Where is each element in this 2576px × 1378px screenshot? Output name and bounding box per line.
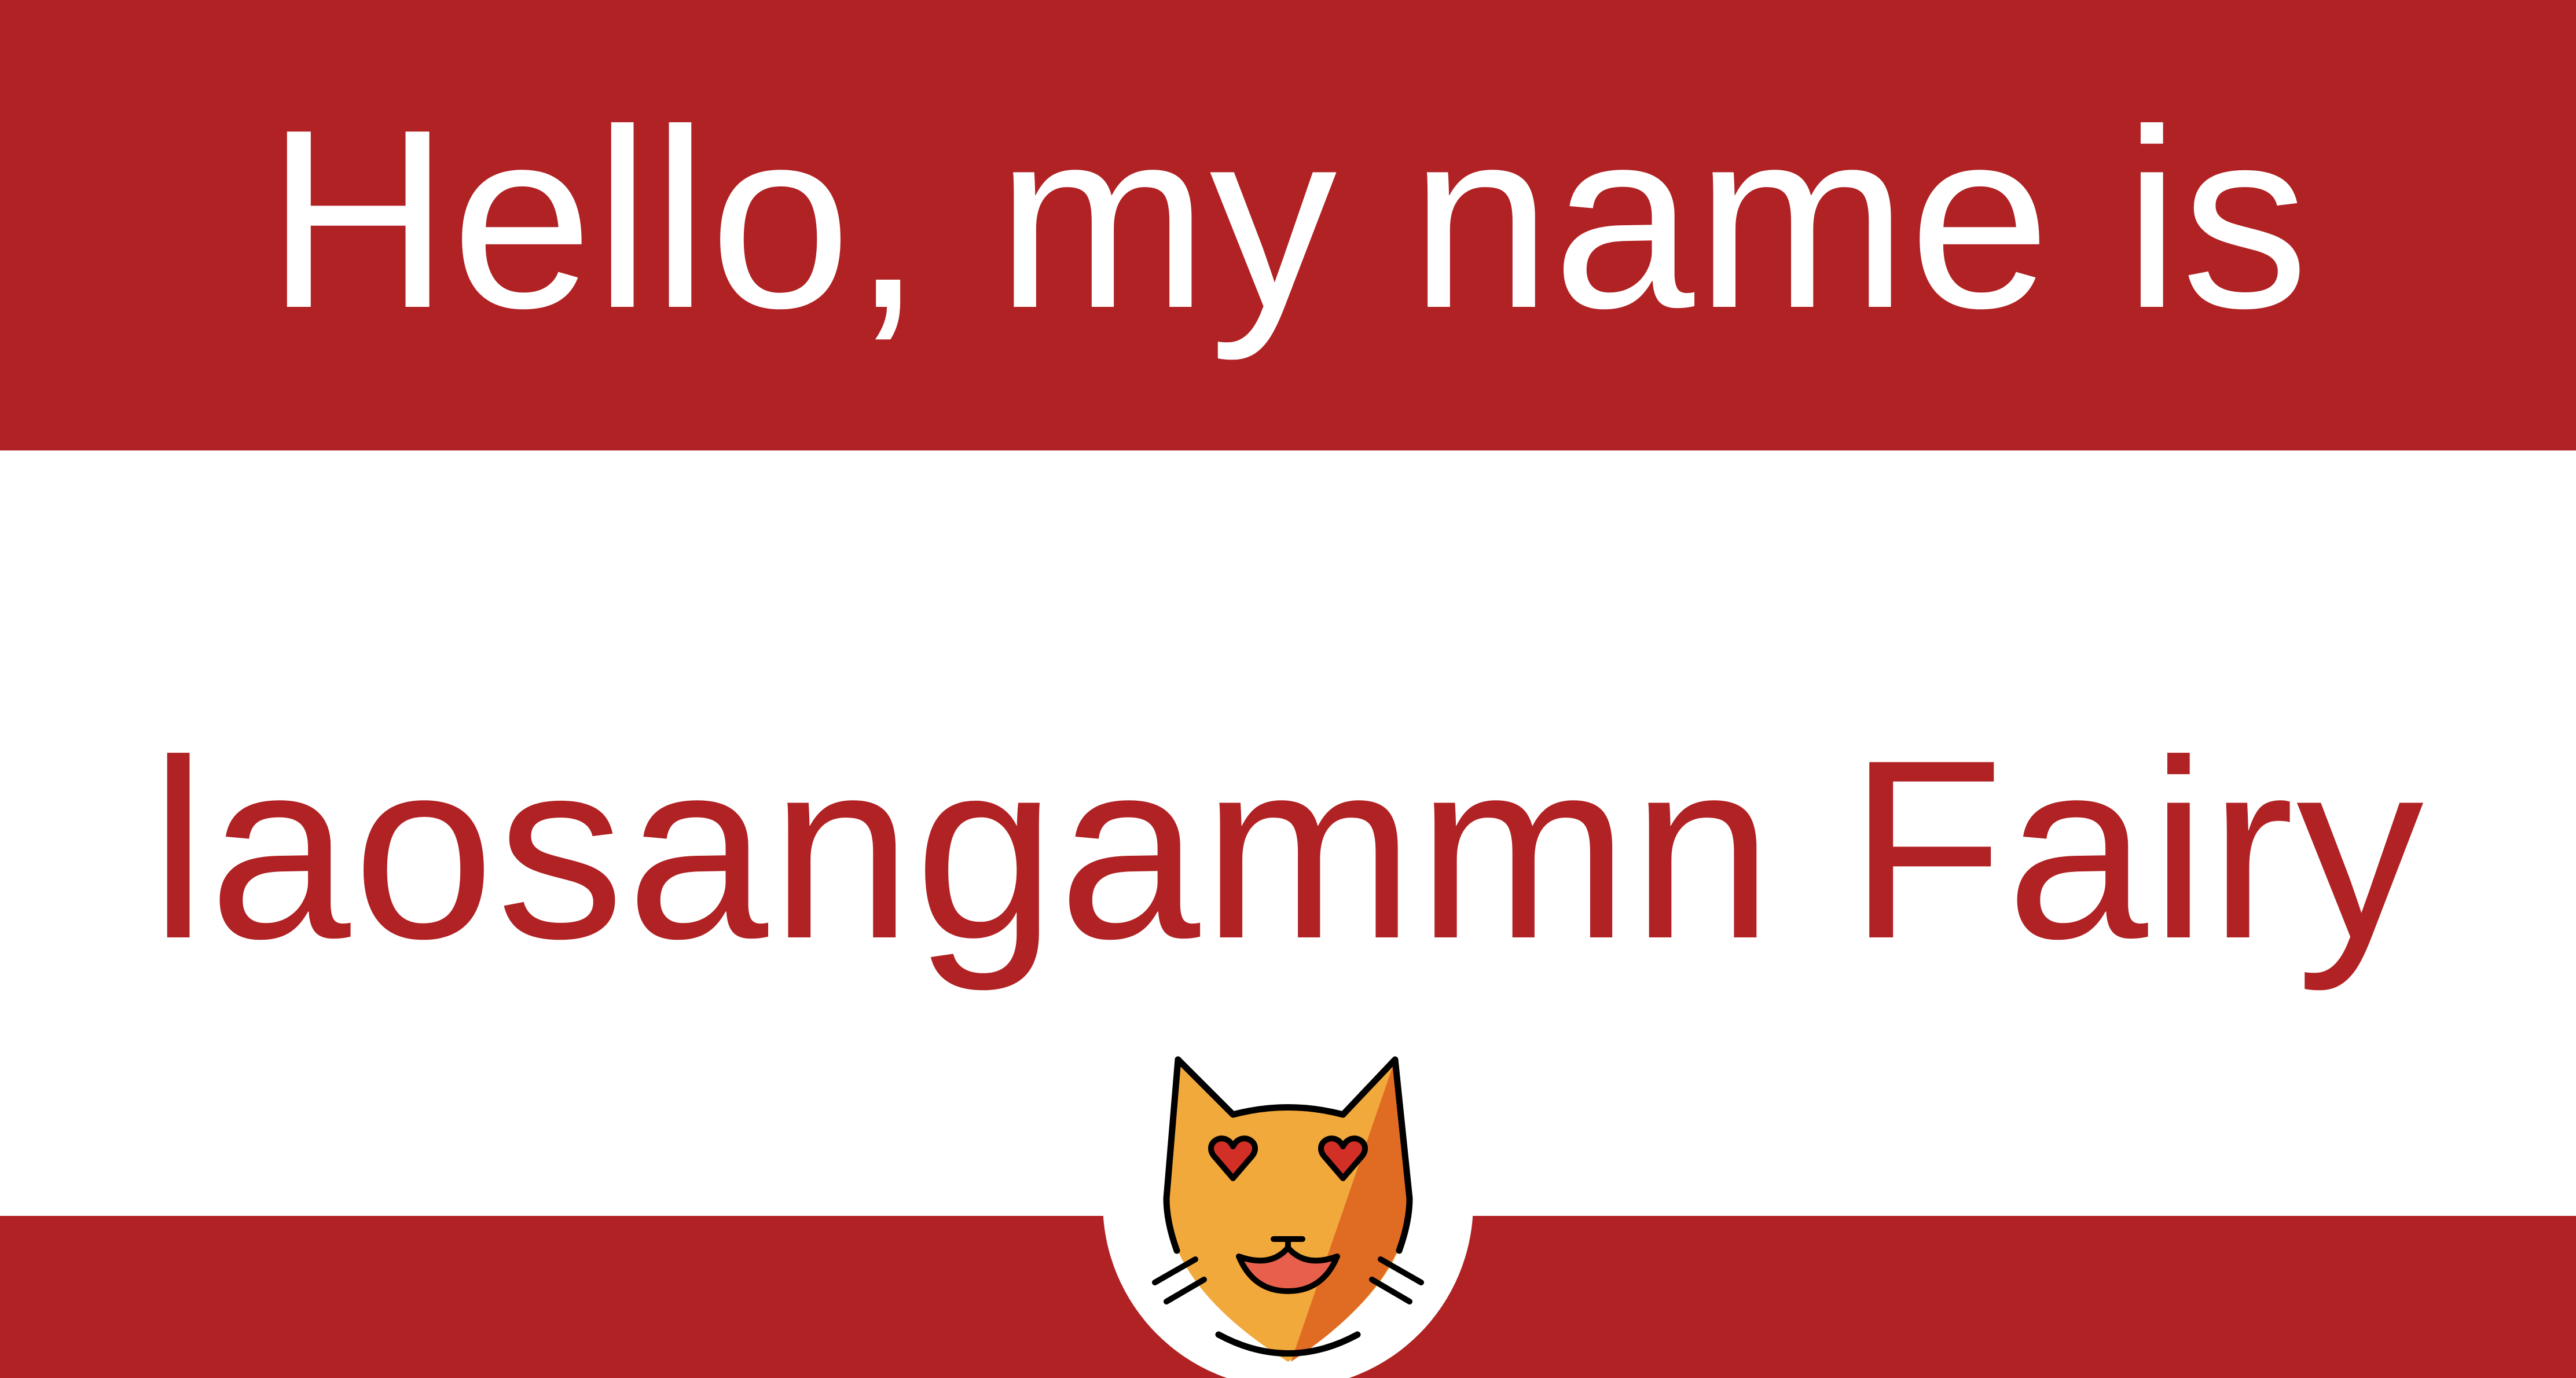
smiling-cat-with-heart-eyes-icon <box>1103 1019 1473 1378</box>
name-tag: Hello, my name is laosangammn Fairy <box>0 0 2576 1378</box>
header-band: Hello, my name is <box>0 0 2576 450</box>
greeting-text: Hello, my name is <box>266 77 2310 361</box>
